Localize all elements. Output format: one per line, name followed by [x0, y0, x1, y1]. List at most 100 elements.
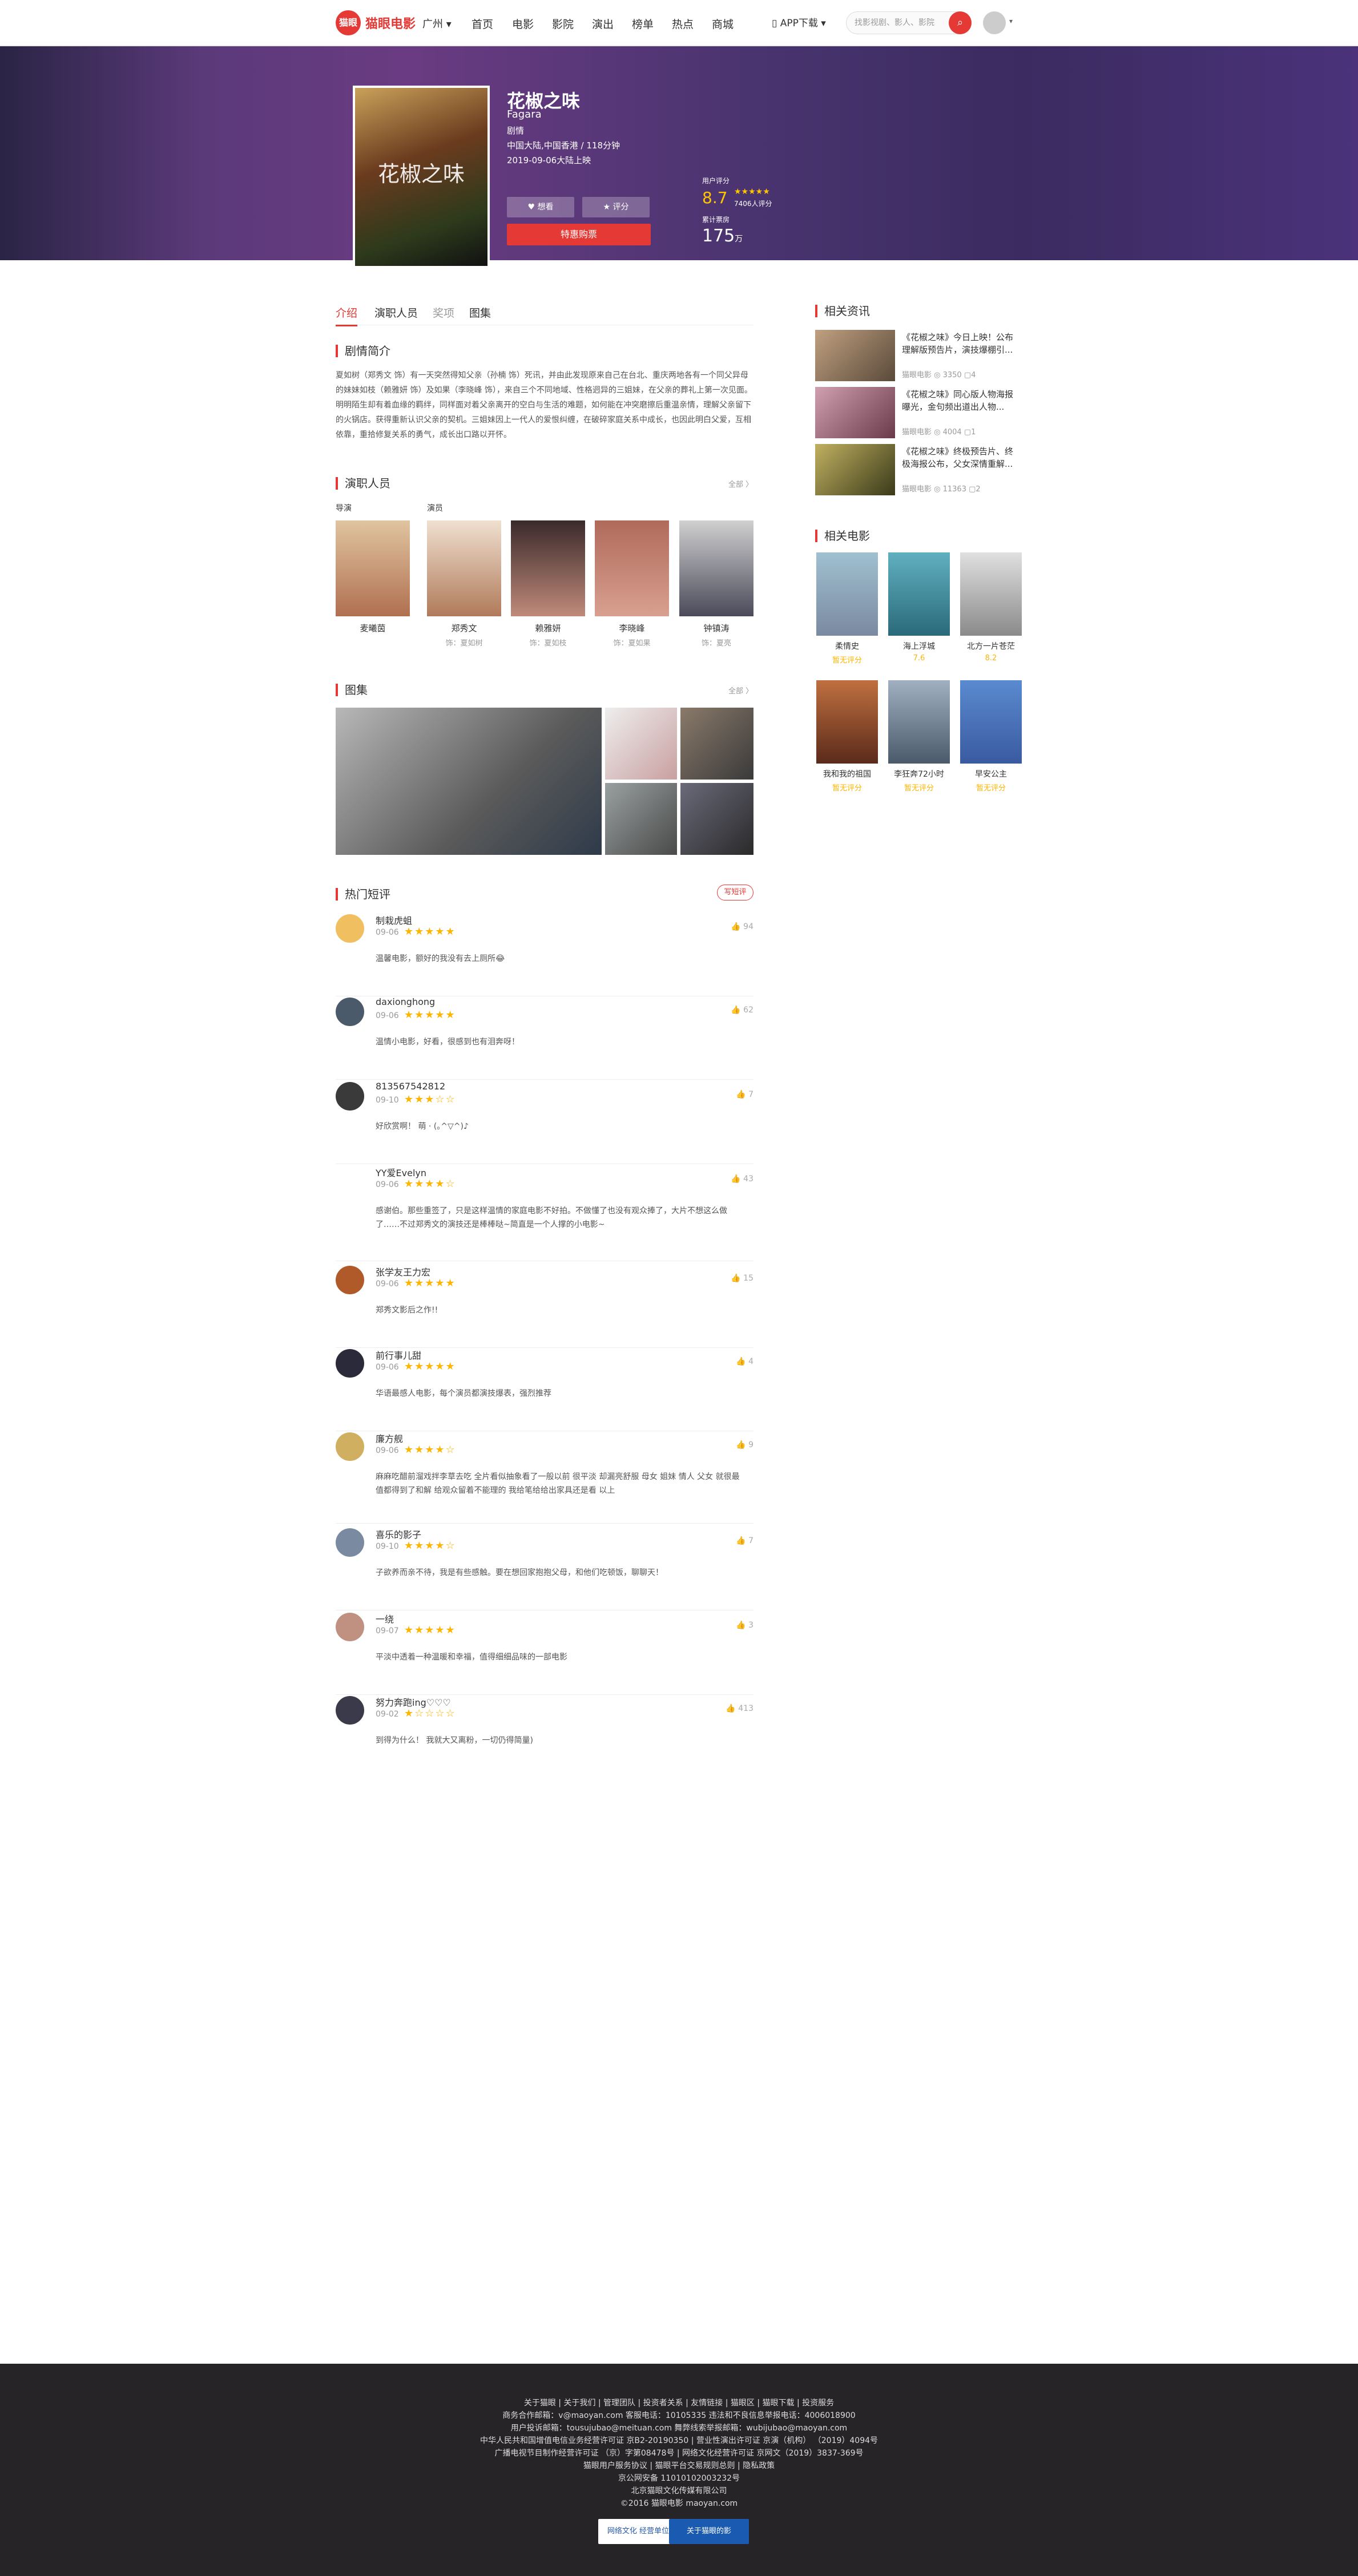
cast-name[interactable]: 郑秀文 [427, 622, 501, 634]
cast-name[interactable]: 钟镇涛 [679, 622, 753, 634]
news-thumbnail[interactable] [815, 330, 895, 381]
like-button[interactable]: 👍 7 [736, 1090, 753, 1099]
tab-awards[interactable]: 奖项 [433, 305, 454, 320]
search-icon[interactable]: ⌕ [949, 11, 972, 34]
avatar[interactable] [336, 1082, 364, 1111]
comment-user[interactable]: YY爱Evelyn [376, 1165, 426, 1179]
avatar[interactable] [336, 998, 364, 1026]
related-name[interactable]: 我和我的祖国 [816, 768, 878, 780]
avatar[interactable] [336, 1528, 364, 1557]
related-name[interactable]: 北方一片苍茫 [960, 640, 1022, 652]
culture-badge[interactable]: 网络文化 经营单位 [598, 2519, 678, 2544]
cast-photo[interactable] [595, 520, 669, 616]
avatar[interactable] [336, 914, 364, 943]
news-item[interactable]: 《花椒之味》同心版人物海报曝光，金句频出道出人物... 猫眼电影 ◎ 4004 … [815, 387, 1018, 438]
gallery-photo[interactable] [680, 783, 753, 855]
like-button[interactable]: 👍 7 [736, 1536, 753, 1545]
related-name[interactable]: 海上浮城 [888, 640, 950, 652]
write-comment-button[interactable]: 写短评 [717, 885, 753, 901]
related-poster[interactable] [816, 552, 878, 636]
chevron-down-icon[interactable]: ▾ [1009, 17, 1013, 25]
tab-gallery[interactable]: 图集 [469, 305, 491, 320]
comment-user[interactable]: 喜乐的影子 [376, 1527, 421, 1541]
related-movie[interactable]: 柔情史 暂无评分 [816, 552, 878, 665]
avatar[interactable] [336, 1696, 364, 1725]
app-download-menu[interactable]: ▯ APP下载 ▾ [772, 15, 826, 29]
gallery-photo[interactable] [336, 708, 602, 855]
like-button[interactable]: 👍 3 [736, 1621, 753, 1630]
related-poster[interactable] [888, 680, 950, 764]
nav-cinemas[interactable]: 影院 [552, 16, 574, 31]
want-button[interactable]: ♥ 想看 [507, 197, 574, 217]
cast-photo[interactable] [511, 520, 585, 616]
nav-movies[interactable]: 电影 [512, 16, 534, 31]
comment-user[interactable]: 前行事儿甜 [376, 1348, 421, 1362]
cast-name[interactable]: 麦曦茵 [336, 622, 410, 634]
cast-more-link[interactable]: 全部 〉 [728, 478, 753, 489]
nav-mall[interactable]: 商城 [712, 16, 734, 31]
nav-home[interactable]: 首页 [472, 16, 493, 31]
avatar[interactable] [336, 1349, 364, 1378]
cast-photo[interactable] [427, 520, 501, 616]
comment-user[interactable]: 一绕 [376, 1612, 394, 1625]
gallery-photo[interactable] [680, 708, 753, 780]
user-avatar[interactable] [983, 11, 1006, 34]
related-movie[interactable]: 北方一片苍茫 8.2 [960, 552, 1022, 663]
cast-name[interactable]: 赖雅妍 [511, 622, 585, 634]
related-name[interactable]: 李狂奔72小时 [888, 768, 950, 780]
news-thumbnail[interactable] [815, 444, 895, 495]
like-button[interactable]: 👍 62 [731, 1006, 753, 1015]
nav-rankings[interactable]: 榜单 [632, 16, 654, 31]
tab-intro[interactable]: 介绍 [336, 305, 358, 326]
nav-shows[interactable]: 演出 [592, 16, 614, 31]
related-poster[interactable] [960, 680, 1022, 764]
tab-cast[interactable]: 演职人员 [374, 305, 418, 320]
nav-hot[interactable]: 热点 [672, 16, 694, 31]
maoyan-logo-icon[interactable]: 猫眼 [336, 10, 361, 35]
buy-ticket-button[interactable]: 特惠购票 [507, 224, 651, 245]
gallery-photo[interactable] [605, 783, 677, 855]
avatar[interactable] [336, 1613, 364, 1641]
comment-user[interactable]: daxionghong [376, 996, 435, 1007]
related-poster[interactable] [960, 552, 1022, 636]
comment-user[interactable]: 制栽虎蛆 [376, 913, 412, 927]
cast-photo[interactable] [336, 520, 410, 616]
related-poster[interactable] [888, 552, 950, 636]
gallery-photo[interactable] [605, 708, 677, 780]
related-movie[interactable]: 我和我的祖国 暂无评分 [816, 680, 878, 793]
news-title[interactable]: 《花椒之味》今日上映！公布理解版预告片，演技爆棚引... [902, 331, 1018, 356]
comment-user[interactable]: 张学友王力宏 [376, 1265, 430, 1278]
rate-button[interactable]: ★ 评分 [582, 197, 650, 217]
brand-name[interactable]: 猫眼电影 [365, 14, 416, 32]
like-button[interactable]: 👍 15 [731, 1274, 753, 1283]
police-badge[interactable]: 关于猫眼的影 [669, 2519, 749, 2544]
like-button[interactable]: 👍 43 [731, 1174, 753, 1184]
cast-name[interactable]: 李晓峰 [595, 622, 669, 634]
city-selector[interactable]: 广州 ▾ [422, 16, 452, 31]
news-title[interactable]: 《花椒之味》终极预告片、终极海报公布，父女深情重解... [902, 445, 1018, 470]
like-button[interactable]: 👍 413 [726, 1704, 753, 1713]
comment-user[interactable]: 努力奔跑ing♡♡♡ [376, 1695, 451, 1709]
footer-policy-links[interactable]: 猫眼用户服务协议 | 猫眼平台交易规则总则 | 隐私政策 [0, 2460, 1358, 2471]
news-thumbnail[interactable] [815, 387, 895, 438]
comment-user[interactable]: 廉方舰 [376, 1431, 403, 1445]
like-button[interactable]: 👍 4 [736, 1357, 753, 1366]
footer-links[interactable]: 关于猫眼 | 关于我们 | 管理团队 | 投资者关系 | 友情链接 | 猫眼区 … [0, 2397, 1358, 2408]
gallery-more-link[interactable]: 全部 〉 [728, 685, 753, 696]
like-button[interactable]: 👍 9 [736, 1440, 753, 1449]
avatar[interactable] [336, 1166, 364, 1195]
related-movie[interactable]: 李狂奔72小时 暂无评分 [888, 680, 950, 793]
related-name[interactable]: 早安公主 [960, 768, 1022, 780]
related-name[interactable]: 柔情史 [816, 640, 878, 652]
like-button[interactable]: 👍 94 [731, 922, 753, 931]
related-movie[interactable]: 早安公主 暂无评分 [960, 680, 1022, 793]
news-item[interactable]: 《花椒之味》今日上映！公布理解版预告片，演技爆棚引... 猫眼电影 ◎ 3350… [815, 330, 1018, 381]
related-poster[interactable] [816, 680, 878, 764]
related-movie[interactable]: 海上浮城 7.6 [888, 552, 950, 663]
news-title[interactable]: 《花椒之味》同心版人物海报曝光，金句频出道出人物... [902, 388, 1018, 413]
avatar[interactable] [336, 1266, 364, 1294]
avatar[interactable] [336, 1432, 364, 1461]
cast-photo[interactable] [679, 520, 753, 616]
news-item[interactable]: 《花椒之味》终极预告片、终极海报公布，父女深情重解... 猫眼电影 ◎ 1136… [815, 444, 1018, 495]
comment-user[interactable]: 813567542812 [376, 1081, 445, 1092]
